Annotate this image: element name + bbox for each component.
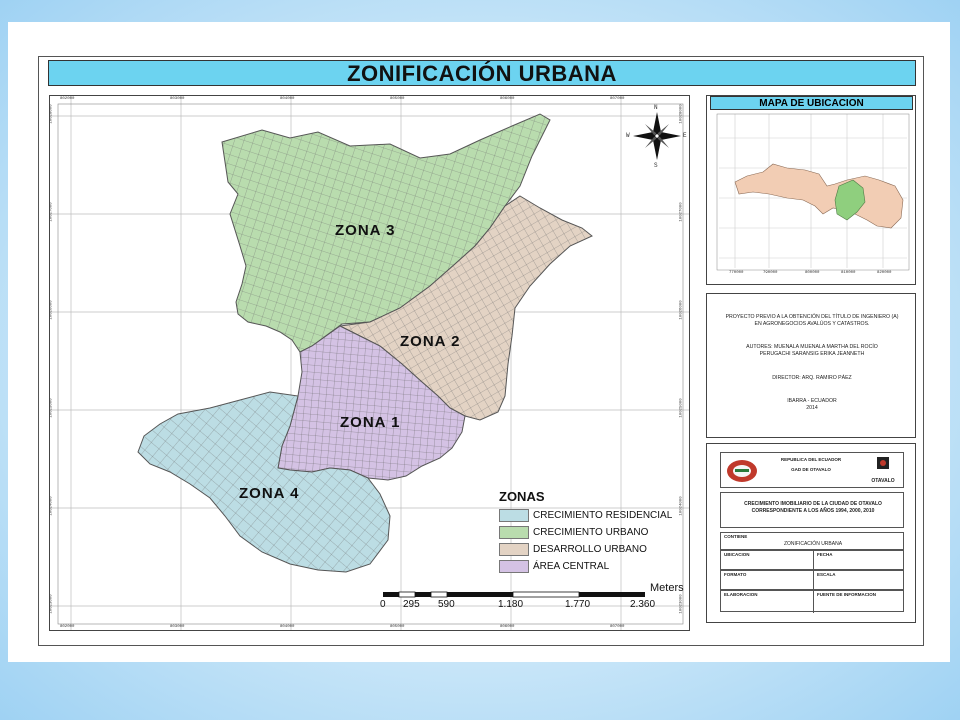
legend-swatch [499,543,529,556]
location-inset: 770000 790000 800000 810000 820000 [706,95,916,285]
inset-region [734,163,904,229]
right-tick: 10026000 [679,300,684,320]
scale-label: 590 [438,599,455,610]
legend-item: DESARROLLO URBANO [499,541,689,558]
compass-n: N [654,104,658,111]
ecuador-seal-icon [727,460,757,482]
scale-bar [383,591,645,598]
main-map: N S E W 802000 803000 804000 805000 8060… [49,95,690,631]
inset-x-tick: 790000 [763,271,778,275]
contiene-value: ZONIFICACIÓN URBANA [783,541,843,547]
ubicacion-row: UBICACION FECHA [720,550,904,571]
zone-2-label: ZONA 2 [400,333,461,350]
gad-text: GAD DE OTAVALO [791,467,831,472]
scale-label: 295 [403,599,420,610]
inset-canvas [716,113,910,271]
title-block-heading: CRECIMIENTO IMOBILIARIO DE LA CIUDAD DE … [744,501,882,514]
bottom-tick: 807000 [610,625,625,629]
top-tick: 806000 [500,97,515,101]
right-tick: 10025000 [679,398,684,418]
scale-label: 1.770 [565,599,591,610]
formato-row: FORMATO ESCALA [720,570,904,591]
right-tick: 10028000 [679,104,684,124]
ubicacion-label: UBICACION [724,552,750,557]
inset-x-tick: 820000 [877,271,892,275]
elaboracion-label: ELABORACION [724,592,758,597]
scale-label: 1.180 [498,599,524,610]
otavalo-logo-text: OTAVALO [871,478,895,484]
info-line: EN AGRONEGOCIOS AVALÚOS Y CATASTROS. [754,321,870,327]
fuente-label: FUENTE DE INFORMACION [817,592,876,597]
bottom-tick: 806000 [500,625,515,629]
top-tick: 807000 [610,97,625,101]
legend-label: ÁREA CENTRAL [533,561,610,572]
inset-x-tick: 800000 [805,271,820,275]
legend-label: CRECIMIENTO URBANO [533,527,649,538]
top-tick: 805000 [390,97,405,101]
fecha-label: FECHA [817,552,833,557]
legend-swatch [499,509,529,522]
legend-title: ZONAS [499,489,545,504]
map-legend: ZONAS CRECIMIENTO RESIDENCIAL CRECIMIENT… [499,489,689,575]
institution-row: REPUBLICA DEL ECUADOR GAD DE OTAVALO OTA… [720,452,904,488]
inset-x-tick: 770000 [729,271,744,275]
left-tick: 10025000 [49,398,54,418]
legend-label: CRECIMIENTO RESIDENCIAL [533,510,673,521]
compass-e: E [683,132,687,139]
top-tick: 802000 [60,97,75,101]
inset-x-tick: 810000 [841,271,856,275]
info-line: AUTORES: MUENALA MUENALA MARTHA DEL ROCÍ… [746,344,878,350]
left-tick: 10024000 [49,496,54,516]
bottom-tick: 802000 [60,625,75,629]
compass-w: W [626,132,630,139]
left-tick: 10027000 [49,202,54,222]
legend-item: CRECIMIENTO URBANO [499,524,689,541]
map-title: ZONIFICACIÓN URBANA [48,60,916,86]
contiene-label: CONTIENE [724,534,748,539]
right-tick: 10027000 [679,202,684,222]
otavalo-logo-icon [877,457,889,469]
elaboracion-row: ELABORACION FUENTE DE INFORMACION [720,590,904,613]
top-tick: 803000 [170,97,185,101]
legend-label: DESARROLLO URBANO [533,544,647,555]
scale-unit: Meters [650,582,684,594]
top-tick: 804000 [280,97,295,101]
heading-row: CRECIMIENTO IMOBILIARIO DE LA CIUDAD DE … [720,492,904,528]
contiene-row: CONTIENE ZONIFICACIÓN URBANA [720,532,904,550]
info-line: IBARRA - ECUADOR [787,398,837,404]
left-tick: 10026000 [49,300,54,320]
info-line: 2014 [806,405,818,411]
inset-title: MAPA DE UBICACION [710,96,913,110]
compass-s: S [654,162,658,169]
escala-label: ESCALA [817,572,836,577]
info-line: DIRECTOR: ARQ. RAMIRO PÁEZ [772,375,852,381]
bottom-tick: 804000 [280,625,295,629]
project-info: PROYECTO PREVIO A LA OBTENCIÓN DEL TÍTUL… [706,293,916,438]
legend-item: ÁREA CENTRAL [499,558,689,575]
scale-label: 2.360 [630,599,656,610]
compass-rose [633,112,681,160]
info-line: PERUGACHI SARANSIG ERIKA JEANNETH [759,351,865,357]
zone-3-label: ZONA 3 [335,222,396,239]
info-line: PROYECTO PREVIO A LA OBTENCIÓN DEL TÍTUL… [725,314,899,320]
left-tick: 10028000 [49,104,54,124]
legend-swatch [499,560,529,573]
right-tick: 10023000 [679,594,684,614]
left-tick: 10023000 [49,594,54,614]
zone-4-label: ZONA 4 [239,485,300,502]
bottom-tick: 803000 [170,625,185,629]
republica-text: REPUBLICA DEL ECUADOR [780,457,842,462]
legend-swatch [499,526,529,539]
zone-1-label: ZONA 1 [340,414,401,431]
scale-label: 0 [380,599,386,610]
legend-item: CRECIMIENTO RESIDENCIAL [499,507,689,524]
formato-label: FORMATO [724,572,747,577]
bottom-tick: 805000 [390,625,405,629]
